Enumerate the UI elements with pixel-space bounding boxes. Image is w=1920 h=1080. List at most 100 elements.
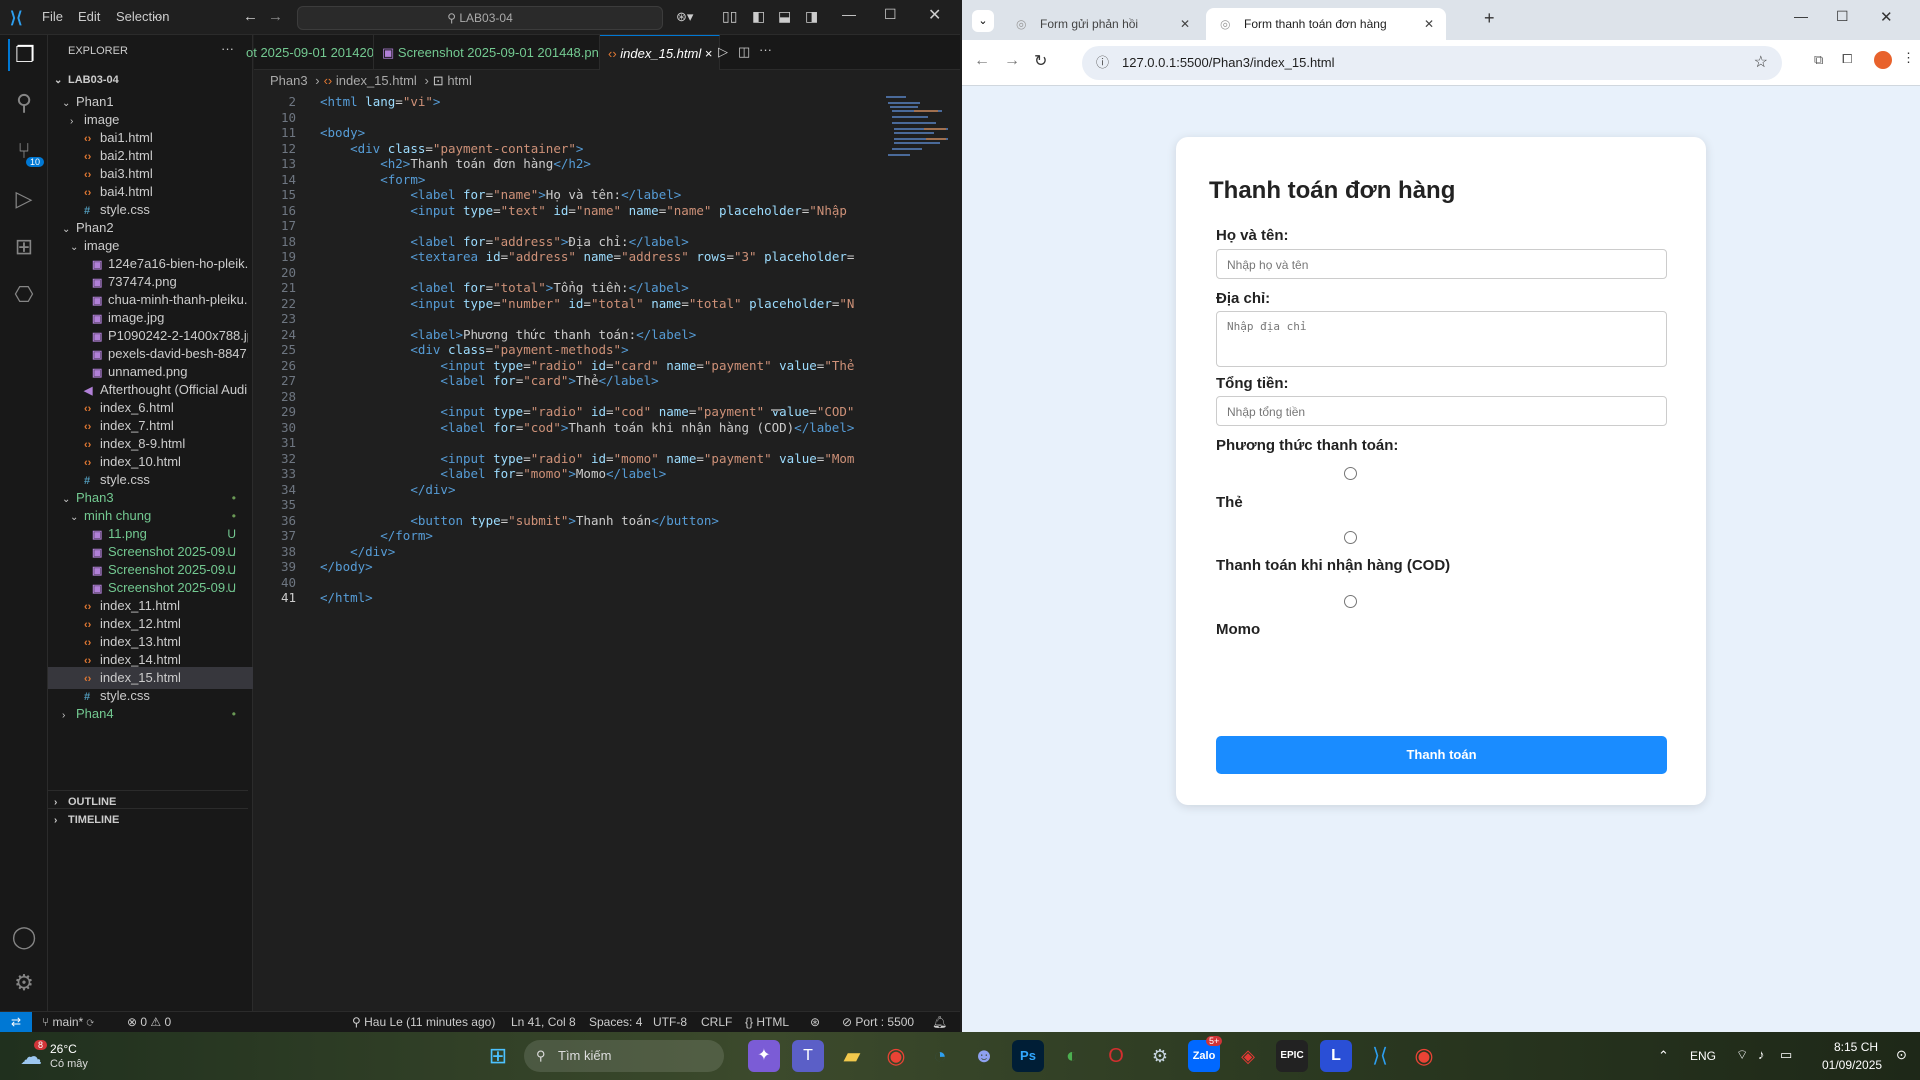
split-editor-icon[interactable]: ◫ <box>738 44 750 60</box>
windows-start-icon[interactable]: ⊞ <box>482 1040 514 1072</box>
epic-games-icon[interactable]: EPIC <box>1276 1040 1308 1072</box>
tab-screenshot-1[interactable]: ot 2025-09-01 201420.png U <box>246 35 374 70</box>
run-debug-icon[interactable]: ▷ <box>8 183 40 215</box>
breadcrumb-element[interactable]: html <box>447 73 472 88</box>
bookmark-star-icon[interactable]: ☆ <box>1754 46 1768 80</box>
extensions-icon[interactable]: ⊞ <box>8 231 40 263</box>
new-tab-icon[interactable]: + <box>1484 8 1495 29</box>
menu-edit[interactable]: Edit <box>78 9 100 24</box>
run-icon[interactable]: ▷ <box>718 44 728 60</box>
app-l-icon[interactable]: L <box>1320 1040 1352 1072</box>
momo-label[interactable]: Momo <box>1216 621 1260 638</box>
tab-form-payment-active[interactable]: ◎ Form thanh toán đơn hàng ✕ <box>1206 8 1446 40</box>
menu-more[interactable]: ··· <box>153 9 166 24</box>
wifi-icon[interactable]: ⌔ <box>1736 1047 1748 1063</box>
code-line[interactable]: </html> <box>320 588 868 607</box>
address-bar[interactable]: ⓘ 127.0.0.1:5500/Phan3/index_15.html ☆ <box>1082 46 1782 80</box>
name-input[interactable]: Nhập họ và tên <box>1216 249 1667 279</box>
secondary-sidebar-toggle-icon[interactable]: ◨ <box>805 8 818 25</box>
clock-date[interactable]: 01/09/2025 <box>1822 1058 1882 1072</box>
chrome-menu-icon[interactable]: ⋮ <box>1902 50 1915 66</box>
radio-card[interactable] <box>1344 467 1357 480</box>
encoding[interactable]: UTF-8 <box>653 1015 687 1029</box>
close-icon[interactable]: ✕ <box>1880 8 1893 26</box>
steam-icon[interactable]: ⚙ <box>1144 1040 1176 1072</box>
copilot-status-icon[interactable]: ⊛ <box>810 1015 820 1029</box>
app-green-icon[interactable]: ◐ <box>1056 1040 1088 1072</box>
chrome-icon[interactable]: ◉ <box>880 1040 912 1072</box>
edge-icon[interactable]: ◔ <box>924 1040 956 1072</box>
show-hidden-icons[interactable]: ⌃ <box>1658 1048 1669 1064</box>
copilot-icon[interactable]: ⊛▾ <box>676 9 693 25</box>
settings-gear-icon[interactable]: ⚙ <box>8 967 40 999</box>
forward-arrow-icon[interactable]: → <box>268 8 283 25</box>
clock-time[interactable]: 8:15 CH <box>1834 1040 1878 1054</box>
input-language[interactable]: ENG <box>1690 1049 1716 1063</box>
layout-toggle-icon[interactable]: ▯▯ <box>722 8 737 25</box>
breadcrumb-file[interactable]: index_15.html <box>336 73 417 88</box>
search-view-icon[interactable]: ⚲ <box>8 87 40 119</box>
minimap[interactable] <box>874 92 960 212</box>
problems-count[interactable]: ⊗ 0 ⚠ 0 <box>127 1015 171 1029</box>
git-blame[interactable]: ⚲ Hau Le (11 minutes ago) <box>352 1015 495 1029</box>
battery-icon[interactable]: ▭ <box>1780 1047 1792 1063</box>
radio-cod[interactable] <box>1344 531 1357 544</box>
vscode-taskbar-icon[interactable]: ⟩⟨ <box>1364 1040 1396 1072</box>
profile-avatar[interactable] <box>1874 51 1892 69</box>
line-ending[interactable]: CRLF <box>701 1015 732 1029</box>
file-explorer-icon[interactable]: ▰ <box>836 1040 868 1072</box>
workspace-root[interactable]: ⌄ LAB03-04 <box>48 69 248 91</box>
panel-toggle-icon[interactable]: ⬓ <box>778 8 791 25</box>
radio-momo[interactable] <box>1344 595 1357 608</box>
minimize-icon[interactable]: — <box>1794 8 1808 24</box>
photoshop-icon[interactable]: Ps <box>1012 1040 1044 1072</box>
card-label[interactable]: Thẻ <box>1216 494 1243 511</box>
code-editor[interactable]: 2 <html lang="vi"> 10 11 <body> 12 <div class… <box>254 92 874 772</box>
reload-icon[interactable]: ↻ <box>1034 51 1047 71</box>
command-center-search[interactable]: ⚲ LAB03-04 <box>297 6 663 30</box>
menu-file[interactable]: File <box>42 9 63 24</box>
weather-widget[interactable]: ☁ 8 26°C Có mây <box>14 1040 184 1074</box>
account-icon[interactable]: ◯ <box>8 921 40 953</box>
tab-index15-active[interactable]: ‹› index_15.html × <box>600 35 720 70</box>
notification-icon[interactable]: ⊙ <box>1896 1047 1907 1063</box>
forward-arrow-icon[interactable]: → <box>1004 52 1020 70</box>
editor-more-icon[interactable]: ··· <box>759 42 772 57</box>
tab-form-feedback[interactable]: ◎ Form gửi phản hồi ✕ <box>1002 8 1202 40</box>
indentation[interactable]: Spaces: 4 <box>589 1015 642 1029</box>
maximize-icon[interactable]: ☐ <box>884 6 897 23</box>
cod-label[interactable]: Thanh toán khi nhận hàng (COD) <box>1216 557 1450 574</box>
total-input[interactable]: Nhập tổng tiền <box>1216 396 1667 426</box>
live-server-port[interactable]: ⊘ Port : 5500 <box>842 1015 914 1029</box>
volume-icon[interactable]: ♪ <box>1758 1047 1765 1062</box>
breadcrumb-folder[interactable]: Phan3 <box>270 73 308 88</box>
tree-folder[interactable]: › Phan4 • <box>48 703 248 725</box>
chrome-profile-icon[interactable]: ◉ <box>1408 1040 1440 1072</box>
timeline-section[interactable]: › TIMELINE <box>48 808 248 830</box>
copilot-app-icon[interactable]: ✦ <box>748 1040 780 1072</box>
extension-icon[interactable]: ⧉ <box>1814 52 1823 68</box>
git-branch[interactable]: ⑂ main* ⟳ <box>42 1015 94 1029</box>
close-icon[interactable]: ✕ <box>928 5 941 25</box>
back-arrow-icon[interactable]: ← <box>243 8 258 25</box>
submit-payment-button[interactable]: Thanh toán <box>1216 736 1667 774</box>
tab-screenshot-2[interactable]: ▣ Screenshot 2025-09-01 201448.png U <box>374 35 600 70</box>
more-actions-icon[interactable]: ··· <box>221 41 234 56</box>
game-app-icon[interactable]: ◈ <box>1232 1040 1264 1072</box>
remote-icon[interactable]: ⇄ <box>0 1012 32 1032</box>
minimize-icon[interactable]: — <box>842 6 856 22</box>
back-arrow-icon[interactable]: ← <box>974 52 990 70</box>
sidebar-toggle-icon[interactable]: ◧ <box>752 8 765 25</box>
opera-icon[interactable]: O <box>1100 1040 1132 1072</box>
maximize-icon[interactable]: ☐ <box>1836 8 1849 25</box>
extensions-puzzle-icon[interactable]: ⧠ <box>1842 51 1852 67</box>
language-mode[interactable]: {} HTML <box>745 1015 789 1029</box>
address-textarea[interactable]: Nhập địa chỉ <box>1216 311 1667 367</box>
cursor-position[interactable]: Ln 41, Col 8 <box>511 1015 576 1029</box>
teams-icon[interactable]: T <box>792 1040 824 1072</box>
python-icon[interactable]: ⎔ <box>8 279 40 311</box>
notifications-bell-icon[interactable]: 🔔︎ <box>932 1015 947 1029</box>
discord-icon[interactable]: ☻ <box>968 1040 1000 1072</box>
explorer-icon[interactable]: ❐ <box>8 39 40 71</box>
taskbar-search[interactable]: ⚲ Tìm kiếm <box>524 1040 724 1072</box>
